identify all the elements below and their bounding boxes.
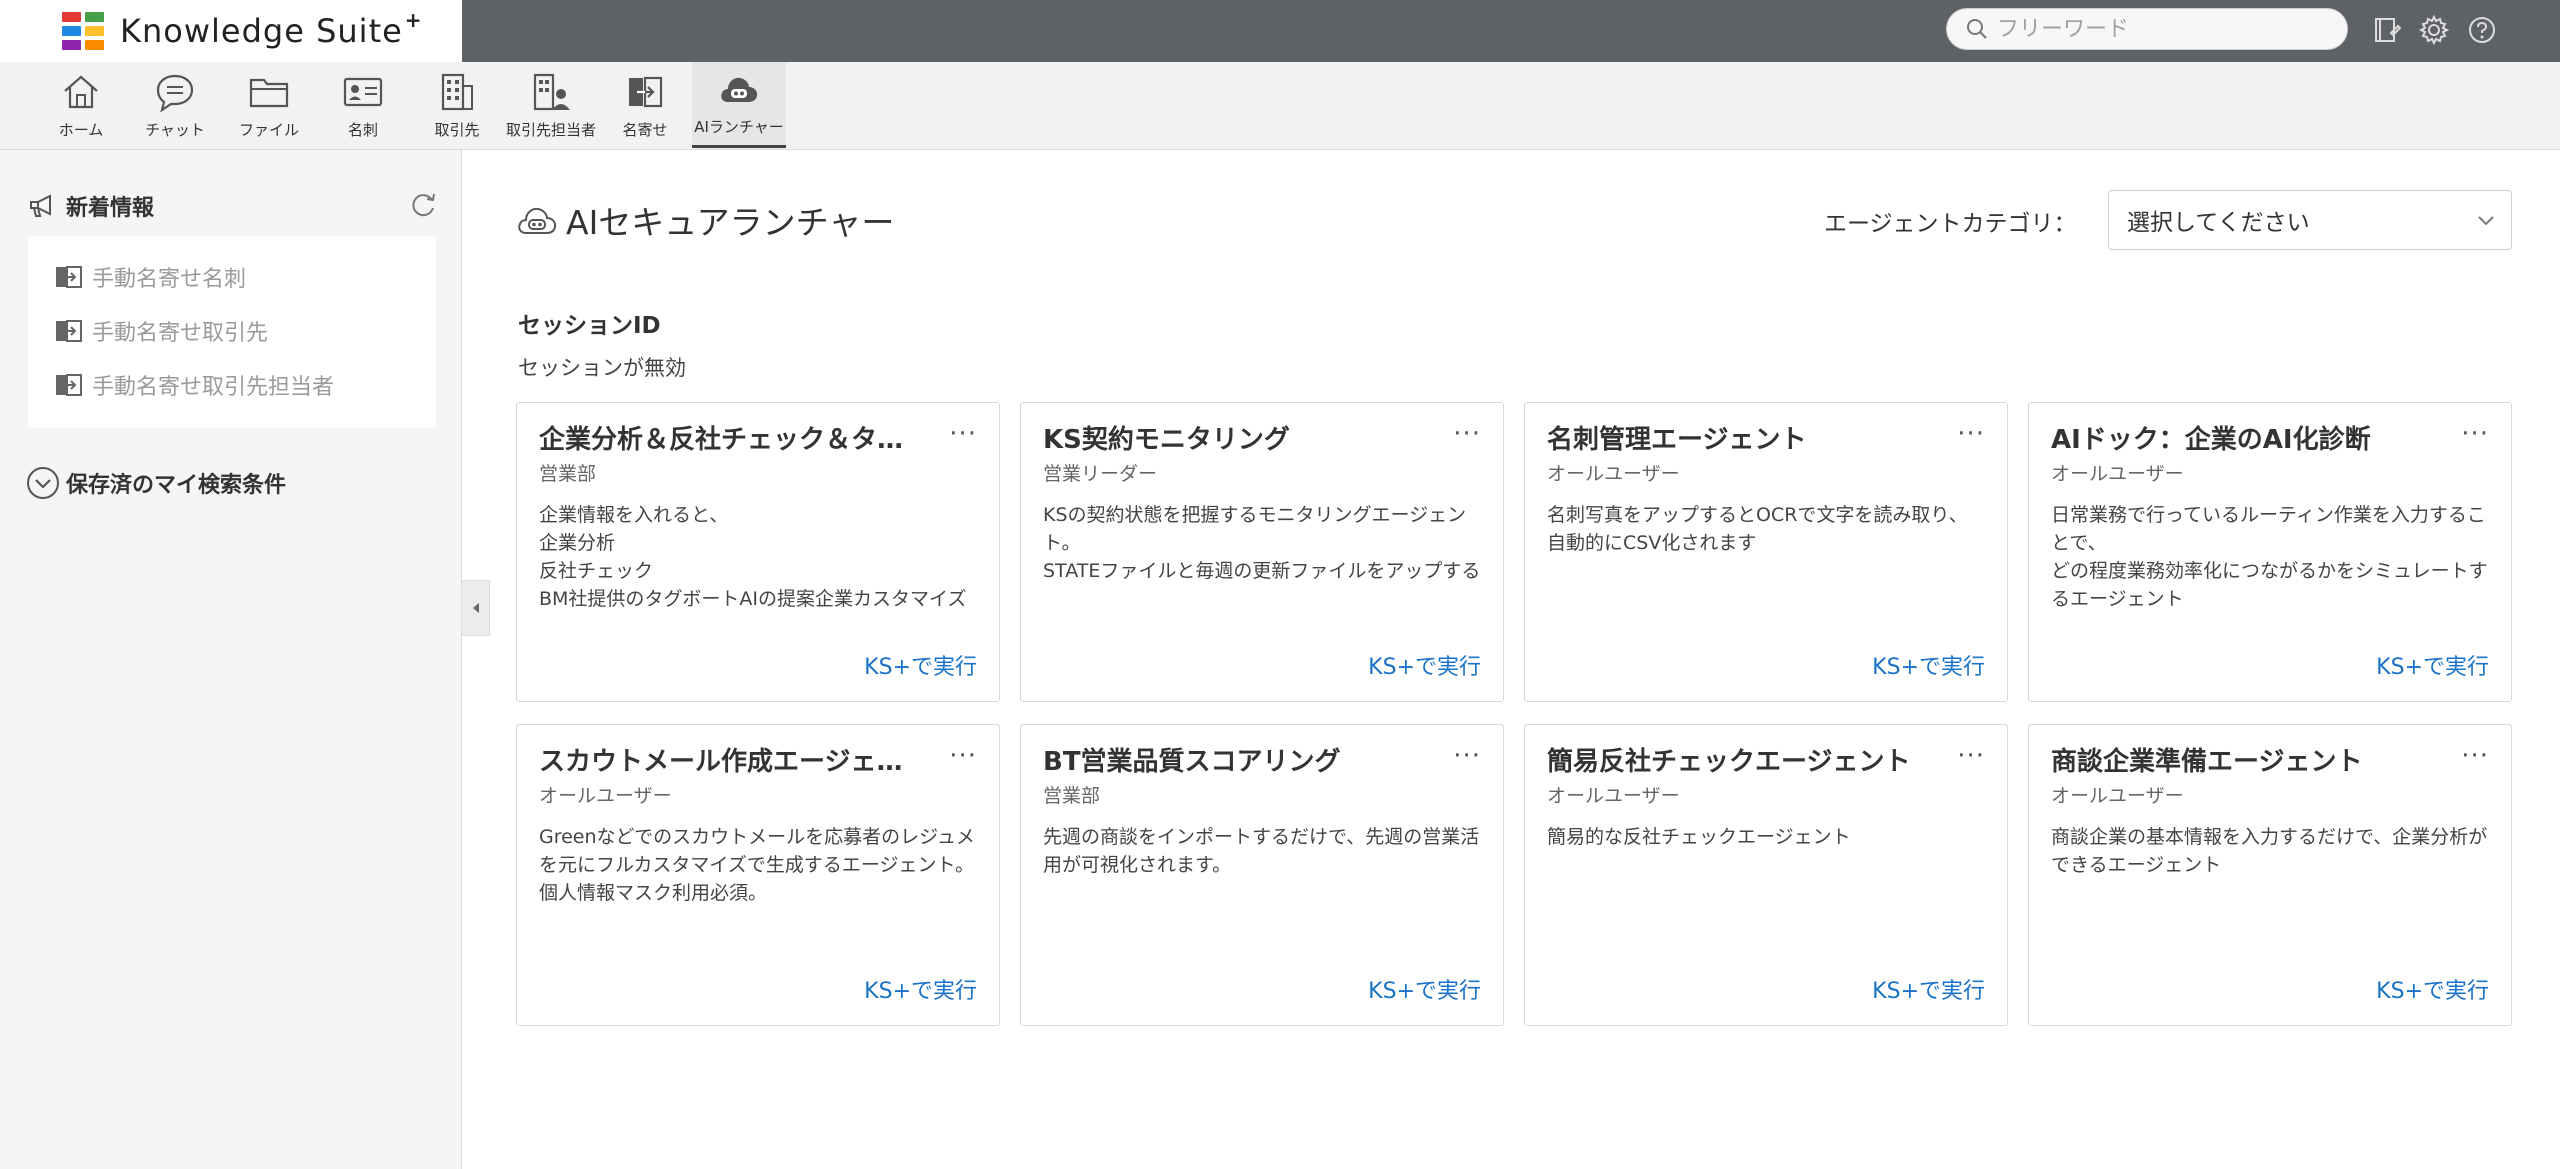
nav-item-client-contact[interactable]: 取引先担当者 [504,62,598,148]
news-item-manual-merge-card[interactable]: 手動名寄せ名刺 [28,250,436,304]
sidebar: 新着情報 手動名寄せ名刺 手動名寄せ取引先 手動名寄せ取引先担当者 保存済のマイ… [0,150,462,1169]
agent-card-title: 名刺管理エージェント [1547,425,1807,455]
run-in-ks-link[interactable]: KS+で実行 [864,649,977,681]
agent-card-title: BT営業品質スコアリング [1043,747,1341,777]
chat-icon [151,69,199,115]
agent-card[interactable]: 企業分析＆反社チェック＆タグボートAIの提案企業カスタマイズ ··· 営業部 企… [516,402,1000,702]
agent-card[interactable]: AIドック：企業のAI化診断 ··· オールユーザー 日常業務で行っているルーテ… [2028,402,2512,702]
agent-card[interactable]: 商談企業準備エージェント ··· オールユーザー 商談企業の基本情報を入力するだ… [2028,724,2512,1026]
agent-card-description: 簡易的な反社チェックエージェント [1547,826,1851,848]
more-options-icon[interactable]: ··· [2461,419,2489,449]
agent-card-department: 営業部 [1043,785,1101,807]
chevron-down-icon [2478,216,2494,226]
agent-card-description: 日常業務で行っているルーティン作業を入力することで、 どの程度業務効率化につなが… [2051,504,2488,610]
nav-item-merge[interactable]: 名寄せ [598,62,692,148]
main-content: AIセキュアランチャー エージェントカテゴリ： 選択してください セッションID… [462,150,2560,1169]
app-name: Knowledge Suite + [120,8,423,50]
main-nav: ホーム チャット ファイル 名刺 取引先 取引先担当者 名寄せ AIランチャー [0,62,2560,150]
agent-card-description: 先週の商談をインポートするだけで、先週の営業活用が可視化されます。 [1043,826,1480,876]
agent-card-title: スカウトメール作成エージェント [539,747,919,777]
home-icon [57,69,105,115]
folder-icon [245,69,293,115]
agent-card-title: KS契約モニタリング [1043,425,1290,455]
agent-card-description: 商談企業の基本情報を入力するだけで、企業分析ができるエージェント [2051,826,2488,876]
agent-card-department: 営業リーダー [1043,463,1158,485]
run-in-ks-link[interactable]: KS+で実行 [1368,973,1481,1005]
agent-card-department: オールユーザー [539,785,672,807]
gear-icon[interactable] [2416,12,2452,48]
building-icon [433,69,481,115]
agent-card-grid: 企業分析＆反社チェック＆タグボートAIの提案企業カスタマイズ ··· 営業部 企… [516,402,2512,1026]
category-label: エージェントカテゴリ： [1824,211,2077,237]
session-status: セッションが無効 [518,356,686,380]
agent-card-department: オールユーザー [1547,463,1680,485]
saved-search-toggle[interactable]: 保存済のマイ検索条件 [26,466,286,500]
nav-item-business-card[interactable]: 名刺 [316,62,410,148]
agent-card-title: 企業分析＆反社チェック＆タグボートAIの提案企業カスタマイズ [539,425,919,455]
run-in-ks-link[interactable]: KS+で実行 [1872,649,1985,681]
nav-item-home[interactable]: ホーム [34,62,128,148]
agent-card[interactable]: BT営業品質スコアリング ··· 営業部 先週の商談をインポートするだけで、先週… [1020,724,1504,1026]
more-options-icon[interactable]: ··· [1453,741,1481,771]
category-select[interactable]: 選択してください [2108,190,2512,250]
merge-icon [621,69,669,115]
more-options-icon[interactable]: ··· [1957,741,1985,771]
ai-cloud-icon [715,66,763,112]
megaphone-icon [30,194,51,217]
agent-card-title: 簡易反社チェックエージェント [1547,747,1911,777]
more-options-icon[interactable]: ··· [949,419,977,449]
agent-card-department: 営業部 [539,463,597,485]
chevron-down-circle-icon [27,467,59,499]
building-person-icon [527,69,575,115]
search-icon [1967,19,1987,39]
run-in-ks-link[interactable]: KS+で実行 [2376,973,2489,1005]
agent-card[interactable]: スカウトメール作成エージェント ··· オールユーザー Greenなどでのスカウ… [516,724,1000,1026]
search-box[interactable] [1946,8,2348,50]
agent-card-description: 名刺写真をアップするとOCRで文字を読み取り、 自動的にCSV化されます [1547,504,1968,554]
session-id-label: セッションID [518,313,661,339]
run-in-ks-link[interactable]: KS+で実行 [1872,973,1985,1005]
merge-icon [56,320,82,342]
notebook-icon[interactable] [2368,12,2404,48]
agent-card[interactable]: 簡易反社チェックエージェント ··· オールユーザー 簡易的な反社チェックエージ… [1524,724,2008,1026]
run-in-ks-link[interactable]: KS+で実行 [2376,649,2489,681]
news-header: 新着情報 [28,190,438,222]
agent-card-department: オールユーザー [2051,785,2184,807]
agent-card-description: 企業情報を入れると、 企業分析 反社チェック BM社提供のタグボートAIの提案企… [539,504,967,610]
nav-item-file[interactable]: ファイル [222,62,316,148]
run-in-ks-link[interactable]: KS+で実行 [1368,649,1481,681]
agent-card-description: KSの契約状態を把握するモニタリングエージェント。 STATEファイルと毎週の更… [1043,504,1481,582]
ai-cloud-icon [518,207,557,234]
app-logo[interactable]: Knowledge Suite + [0,0,462,62]
agent-card-department: オールユーザー [1547,785,1680,807]
agent-card-description: Greenなどでのスカウトメールを応募者のレジュメを元にフルカスタマイズで生成す… [539,826,975,904]
merge-icon [56,266,82,288]
more-options-icon[interactable]: ··· [1453,419,1481,449]
agent-card[interactable]: KS契約モニタリング ··· 営業リーダー KSの契約状態を把握するモニタリング… [1020,402,1504,702]
nav-item-client[interactable]: 取引先 [410,62,504,148]
logo-mark-icon [62,12,104,50]
news-item-manual-merge-client[interactable]: 手動名寄せ取引先 [28,304,436,358]
merge-icon [56,374,82,396]
agent-card-department: オールユーザー [2051,463,2184,485]
agent-card-title: 商談企業準備エージェント [2051,747,2363,777]
run-in-ks-link[interactable]: KS+で実行 [864,973,977,1005]
help-icon[interactable] [2464,12,2500,48]
agent-card-title: AIドック：企業のAI化診断 [2051,425,2371,455]
top-bar: Knowledge Suite + [0,0,2560,62]
refresh-icon[interactable] [408,190,438,224]
more-options-icon[interactable]: ··· [1957,419,1985,449]
more-options-icon[interactable]: ··· [2461,741,2489,771]
news-list: 手動名寄せ名刺 手動名寄せ取引先 手動名寄せ取引先担当者 [28,236,436,428]
nav-item-chat[interactable]: チャット [128,62,222,148]
search-input[interactable] [1997,16,2317,42]
more-options-icon[interactable]: ··· [949,741,977,771]
page-title: AIセキュアランチャー [516,196,894,244]
business-card-icon [339,69,387,115]
agent-card[interactable]: 名刺管理エージェント ··· オールユーザー 名刺写真をアップするとOCRで文字… [1524,402,2008,702]
nav-item-ai-launcher[interactable]: AIランチャー [692,62,786,148]
news-item-manual-merge-contact[interactable]: 手動名寄せ取引先担当者 [28,358,436,412]
